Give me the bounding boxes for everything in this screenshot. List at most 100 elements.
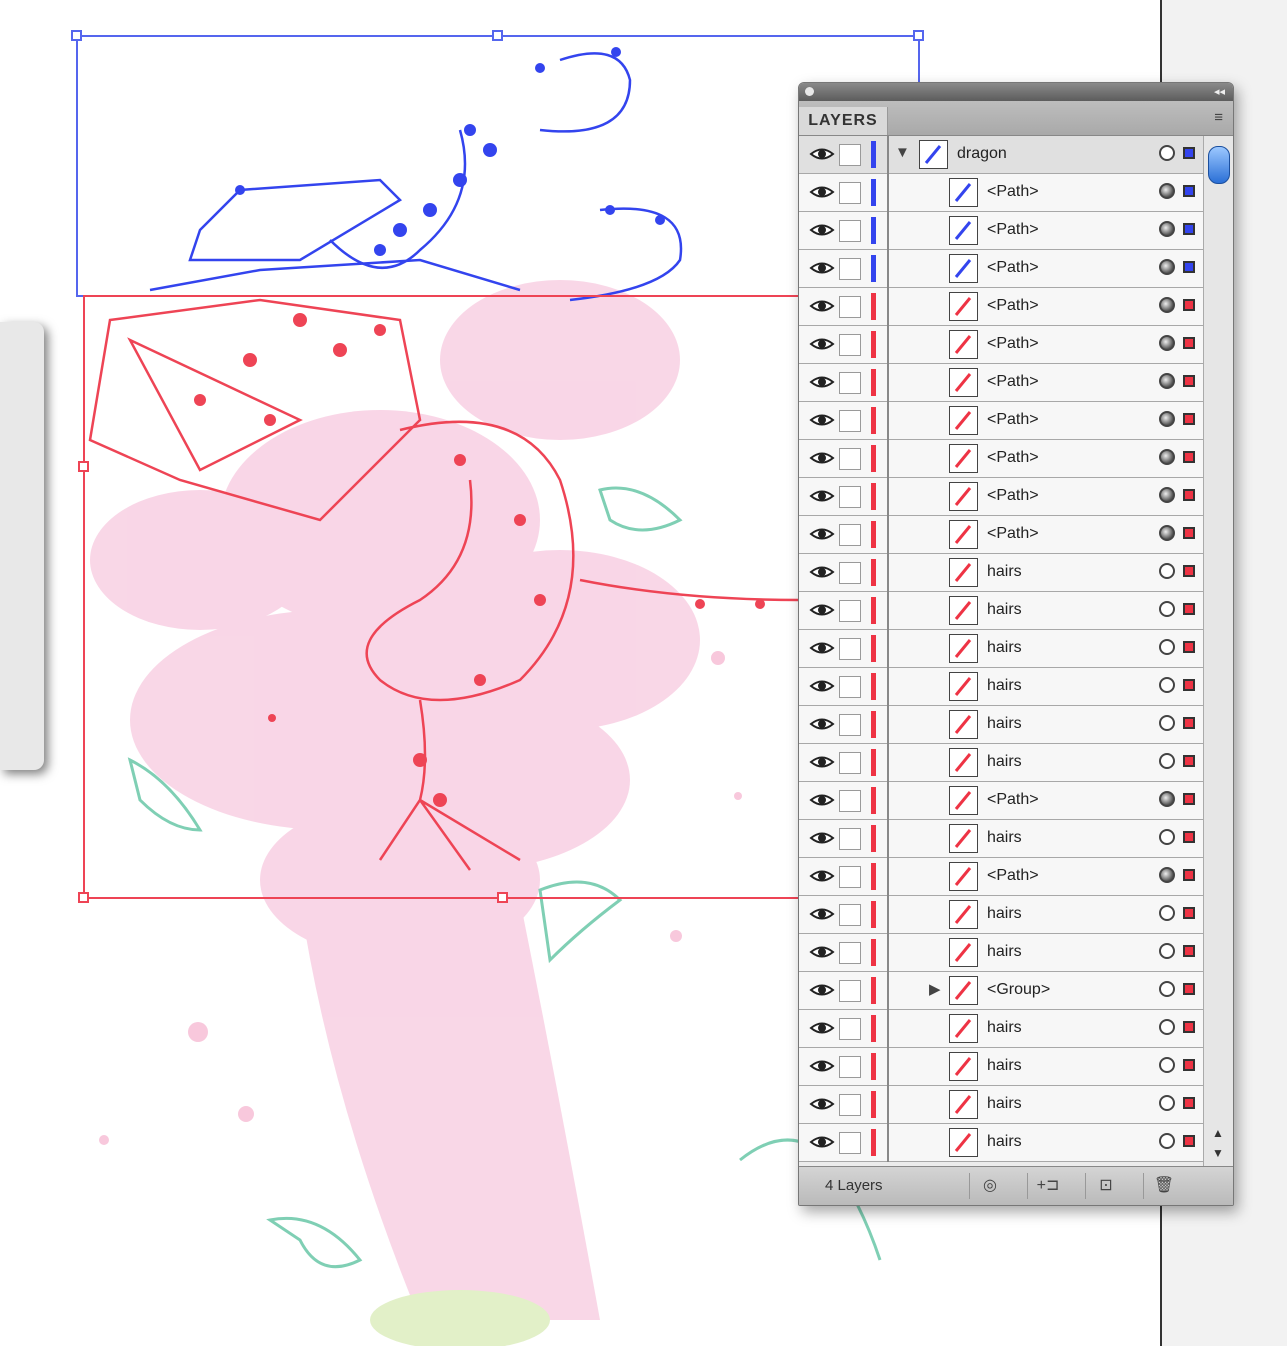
layer-name[interactable]: <Path>: [987, 183, 1039, 201]
target-circle-icon[interactable]: [1159, 601, 1175, 617]
lock-toggle[interactable]: [839, 334, 861, 356]
layer-name[interactable]: hairs: [987, 829, 1022, 847]
scroll-down-icon[interactable]: ▼: [1212, 1146, 1224, 1160]
expand-arrow-icon[interactable]: ▶: [929, 980, 941, 998]
target-circle-icon[interactable]: [1159, 791, 1175, 807]
lock-toggle[interactable]: [839, 486, 861, 508]
layer-name[interactable]: dragon: [957, 145, 1007, 163]
visibility-eye-icon[interactable]: [809, 1133, 835, 1151]
layer-name[interactable]: hairs: [987, 1057, 1022, 1075]
sublayer-row[interactable]: <Path>: [799, 326, 1203, 364]
layer-name[interactable]: hairs: [987, 639, 1022, 657]
lock-toggle[interactable]: [839, 1056, 861, 1078]
selection-indicator[interactable]: [1183, 261, 1195, 273]
selection-indicator[interactable]: [1183, 679, 1195, 691]
sublayer-row[interactable]: hairs: [799, 1010, 1203, 1048]
sublayer-row[interactable]: <Path>: [799, 478, 1203, 516]
selection-indicator[interactable]: [1183, 983, 1195, 995]
close-icon[interactable]: [805, 87, 814, 96]
sublayer-row[interactable]: <Path>: [799, 212, 1203, 250]
target-circle-icon[interactable]: [1159, 563, 1175, 579]
selection-indicator[interactable]: [1183, 299, 1195, 311]
selection-indicator[interactable]: [1183, 147, 1195, 159]
layer-name[interactable]: <Path>: [987, 373, 1039, 391]
visibility-eye-icon[interactable]: [809, 867, 835, 885]
visibility-eye-icon[interactable]: [809, 183, 835, 201]
visibility-eye-icon[interactable]: [809, 145, 835, 163]
visibility-eye-icon[interactable]: [809, 639, 835, 657]
layer-name[interactable]: hairs: [987, 753, 1022, 771]
layer-name[interactable]: <Path>: [987, 259, 1039, 277]
sublayer-row[interactable]: hairs: [799, 1086, 1203, 1124]
selection-indicator[interactable]: [1183, 603, 1195, 615]
create-new-layer-button[interactable]: ⊡: [1085, 1173, 1126, 1199]
sublayer-row[interactable]: ▶ <Group>: [799, 972, 1203, 1010]
selection-indicator[interactable]: [1183, 489, 1195, 501]
sublayer-row[interactable]: hairs: [799, 1048, 1203, 1086]
lock-toggle[interactable]: [839, 676, 861, 698]
target-circle-icon[interactable]: [1159, 145, 1175, 161]
visibility-eye-icon[interactable]: [809, 525, 835, 543]
lock-toggle[interactable]: [839, 448, 861, 470]
target-circle-icon[interactable]: [1159, 677, 1175, 693]
lock-toggle[interactable]: [839, 866, 861, 888]
sublayer-row[interactable]: <Path>: [799, 782, 1203, 820]
selection-indicator[interactable]: [1183, 831, 1195, 843]
selection-indicator[interactable]: [1183, 641, 1195, 653]
target-circle-icon[interactable]: [1159, 373, 1175, 389]
layer-name[interactable]: <Group>: [987, 981, 1050, 999]
sublayer-row[interactable]: hairs: [799, 706, 1203, 744]
selection-indicator[interactable]: [1183, 1021, 1195, 1033]
selection-indicator[interactable]: [1183, 375, 1195, 387]
visibility-eye-icon[interactable]: [809, 601, 835, 619]
collapse-icon[interactable]: ◂◂: [1214, 85, 1225, 98]
layer-name[interactable]: <Path>: [987, 487, 1039, 505]
lock-toggle[interactable]: [839, 524, 861, 546]
lock-toggle[interactable]: [839, 372, 861, 394]
sublayer-row[interactable]: <Path>: [799, 250, 1203, 288]
selection-indicator[interactable]: [1183, 1135, 1195, 1147]
panel-menu-icon[interactable]: ≡: [1214, 109, 1223, 126]
selection-indicator[interactable]: [1183, 1059, 1195, 1071]
target-circle-icon[interactable]: [1159, 1057, 1175, 1073]
layer-name[interactable]: <Path>: [987, 297, 1039, 315]
sublayer-row[interactable]: hairs: [799, 1124, 1203, 1162]
visibility-eye-icon[interactable]: [809, 449, 835, 467]
target-circle-icon[interactable]: [1159, 753, 1175, 769]
sublayer-row[interactable]: hairs: [799, 896, 1203, 934]
selection-indicator[interactable]: [1183, 755, 1195, 767]
target-circle-icon[interactable]: [1159, 1019, 1175, 1035]
panel-titlebar[interactable]: ◂◂: [799, 83, 1233, 101]
layer-name[interactable]: hairs: [987, 677, 1022, 695]
sublayer-row[interactable]: hairs: [799, 630, 1203, 668]
lock-toggle[interactable]: [839, 1132, 861, 1154]
layer-name[interactable]: <Path>: [987, 221, 1039, 239]
target-circle-icon[interactable]: [1159, 1133, 1175, 1149]
create-sublayer-button[interactable]: +⊐: [1027, 1173, 1068, 1199]
visibility-eye-icon[interactable]: [809, 487, 835, 505]
visibility-eye-icon[interactable]: [809, 259, 835, 277]
sublayer-row[interactable]: <Path>: [799, 288, 1203, 326]
layer-row[interactable]: ▼ dragon: [799, 136, 1203, 174]
layer-name[interactable]: hairs: [987, 715, 1022, 733]
sublayer-row[interactable]: hairs: [799, 820, 1203, 858]
selection-indicator[interactable]: [1183, 451, 1195, 463]
lock-toggle[interactable]: [839, 1018, 861, 1040]
visibility-eye-icon[interactable]: [809, 335, 835, 353]
lock-toggle[interactable]: [839, 296, 861, 318]
sublayer-row[interactable]: <Path>: [799, 858, 1203, 896]
visibility-eye-icon[interactable]: [809, 943, 835, 961]
layer-name[interactable]: hairs: [987, 601, 1022, 619]
layer-name[interactable]: hairs: [987, 905, 1022, 923]
layer-name[interactable]: <Path>: [987, 335, 1039, 353]
selection-indicator[interactable]: [1183, 185, 1195, 197]
sublayer-row[interactable]: <Path>: [799, 516, 1203, 554]
selection-indicator[interactable]: [1183, 413, 1195, 425]
sublayer-row[interactable]: hairs: [799, 744, 1203, 782]
visibility-eye-icon[interactable]: [809, 1095, 835, 1113]
layer-name[interactable]: <Path>: [987, 867, 1039, 885]
sublayer-row[interactable]: <Path>: [799, 364, 1203, 402]
lock-toggle[interactable]: [839, 638, 861, 660]
visibility-eye-icon[interactable]: [809, 563, 835, 581]
sublayer-row[interactable]: hairs: [799, 668, 1203, 706]
